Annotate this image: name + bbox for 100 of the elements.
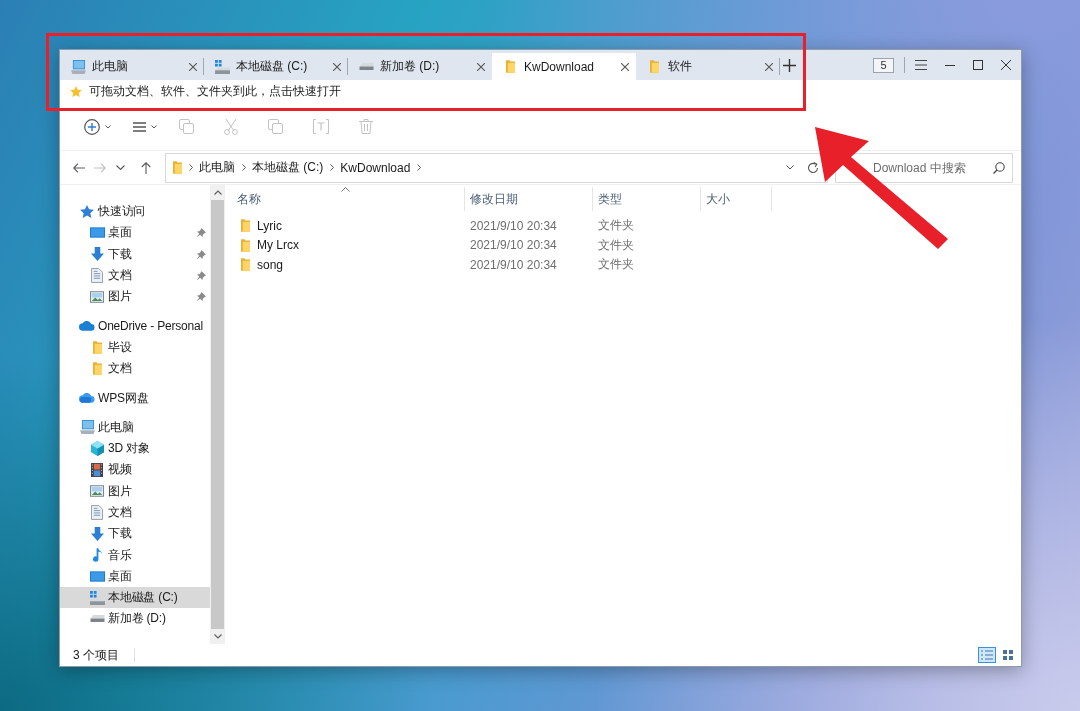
cloud-icon <box>79 393 95 403</box>
sidebar-item[interactable]: 毕设 <box>60 336 210 359</box>
file-name[interactable]: Lyric <box>257 218 282 233</box>
sidebar-item[interactable]: 快速访问 <box>60 201 210 223</box>
sidebar-item[interactable]: 下载 <box>60 523 210 545</box>
item-type: 文件夹 <box>598 236 634 254</box>
menu-icon[interactable] <box>915 60 927 70</box>
film-icon <box>91 462 103 477</box>
caret-down-icon[interactable] <box>151 124 157 129</box>
back-arrow-icon[interactable] <box>72 162 85 173</box>
tab[interactable]: 此电脑 <box>60 53 204 80</box>
sidebar-item[interactable]: 桌面 <box>60 565 210 588</box>
picture-icon <box>90 485 104 498</box>
close-icon[interactable] <box>189 62 197 71</box>
sidebar-item[interactable]: 桌面 <box>60 222 210 244</box>
close-icon[interactable] <box>765 62 773 71</box>
tab[interactable]: 新加卷 (D:) <box>348 53 492 80</box>
sidebar-item[interactable]: 图片 <box>60 286 210 308</box>
picture-icon <box>90 290 104 303</box>
sidebar-item[interactable]: 此电脑 <box>60 416 210 438</box>
folder-icon <box>241 238 250 252</box>
sidebar-item[interactable]: OneDrive - Personal <box>60 315 210 337</box>
folder-icon <box>92 362 102 376</box>
details-view-icon[interactable] <box>978 647 996 663</box>
item-count: 3 个项目 <box>73 646 119 664</box>
search-icon[interactable] <box>993 161 1005 174</box>
desktop-icon <box>89 570 105 582</box>
pin-icon[interactable] <box>197 271 206 281</box>
download-icon <box>90 247 104 262</box>
close-icon[interactable] <box>1001 60 1011 70</box>
folder-icon <box>649 60 659 73</box>
download-icon <box>90 526 104 541</box>
chevron-icon[interactable] <box>242 164 246 171</box>
modified-date: 2021/9/10 20:34 <box>470 218 557 233</box>
caret-down-icon[interactable] <box>116 165 125 170</box>
sidebar-item[interactable]: 文档 <box>60 501 210 524</box>
sidebar-item[interactable]: 图片 <box>60 480 210 502</box>
scrollbar-thumb[interactable] <box>211 200 224 629</box>
caret-down-icon[interactable] <box>213 634 222 639</box>
refresh-icon[interactable] <box>807 161 819 174</box>
item-type: 文件夹 <box>598 256 634 274</box>
quick-access-hint: 可拖动文档、软件、文件夹到此，点击快速打开 <box>89 84 341 99</box>
minimize-icon[interactable] <box>945 64 955 66</box>
sidebar-item[interactable]: 3D 对象 <box>60 437 210 460</box>
chevron-icon[interactable] <box>189 164 193 171</box>
breadcrumb[interactable]: KwDownload <box>340 160 411 175</box>
drive-icon <box>358 63 374 70</box>
tab[interactable]: 本地磁盘 (C:) <box>204 53 348 80</box>
column-header[interactable]: 名称 <box>225 187 465 211</box>
modified-date: 2021/9/10 20:34 <box>470 258 557 272</box>
up-arrow-icon[interactable] <box>140 161 151 174</box>
file-name[interactable]: My Lrcx <box>257 238 299 253</box>
scrollbar[interactable] <box>210 185 225 644</box>
drive-icon <box>89 590 105 605</box>
breadcrumb[interactable]: 本地磁盘 (C:) <box>252 159 324 176</box>
sidebar-item[interactable]: 音乐 <box>60 544 210 566</box>
column-header[interactable]: 修改日期 <box>465 187 593 211</box>
file-name[interactable]: song <box>257 258 284 272</box>
lines-icon[interactable] <box>133 121 146 132</box>
pin-icon[interactable] <box>197 249 206 259</box>
caret-down-icon[interactable] <box>105 124 111 129</box>
computer-icon <box>79 420 95 435</box>
folder-icon <box>505 60 515 73</box>
breadcrumb[interactable]: 此电脑 <box>199 159 235 176</box>
folder-icon <box>173 161 182 174</box>
tab[interactable]: 软件 <box>636 53 780 80</box>
computer-icon <box>70 59 86 74</box>
add-icon[interactable] <box>84 118 100 135</box>
document-icon <box>91 505 103 520</box>
pin-icon[interactable] <box>197 228 206 238</box>
tiles-view-icon[interactable] <box>1000 647 1016 663</box>
sidebar-item[interactable]: 视频 <box>60 459 210 481</box>
sidebar-item[interactable]: WPS网盘 <box>60 387 210 409</box>
column-header[interactable]: 类型 <box>593 187 701 211</box>
column-header[interactable]: 大小 <box>701 187 772 211</box>
sidebar-item[interactable]: 本地磁盘 (C:) <box>60 587 210 609</box>
maximize-icon[interactable] <box>973 60 983 70</box>
cloud-icon <box>79 321 95 332</box>
folder-icon <box>92 340 102 354</box>
drive-icon <box>214 59 230 74</box>
sidebar-item[interactable]: 下载 <box>60 243 210 265</box>
chevron-icon[interactable] <box>417 164 422 171</box>
chevron-icon[interactable] <box>330 164 335 171</box>
caret-down-icon[interactable] <box>786 165 794 170</box>
document-icon <box>91 268 103 284</box>
modified-date: 2021/9/10 20:34 <box>470 238 557 253</box>
plus-icon[interactable] <box>783 58 796 72</box>
close-icon[interactable] <box>333 62 341 71</box>
tab[interactable]: KwDownload <box>492 53 636 80</box>
desktop-icon <box>89 227 105 239</box>
folder-icon <box>241 219 250 233</box>
tab-count[interactable]: 5 <box>873 57 894 73</box>
sidebar-item[interactable]: 文档 <box>60 358 210 380</box>
sidebar-item[interactable]: 文档 <box>60 264 210 287</box>
close-icon[interactable] <box>477 62 485 71</box>
address-bar[interactable]: 此电脑 本地磁盘 (C:) KwDownload <box>165 152 828 183</box>
caret-up-icon[interactable] <box>213 190 222 195</box>
close-icon[interactable] <box>621 62 629 71</box>
pin-icon[interactable] <box>197 292 206 302</box>
sidebar-item[interactable]: 新加卷 (D:) <box>60 608 210 630</box>
